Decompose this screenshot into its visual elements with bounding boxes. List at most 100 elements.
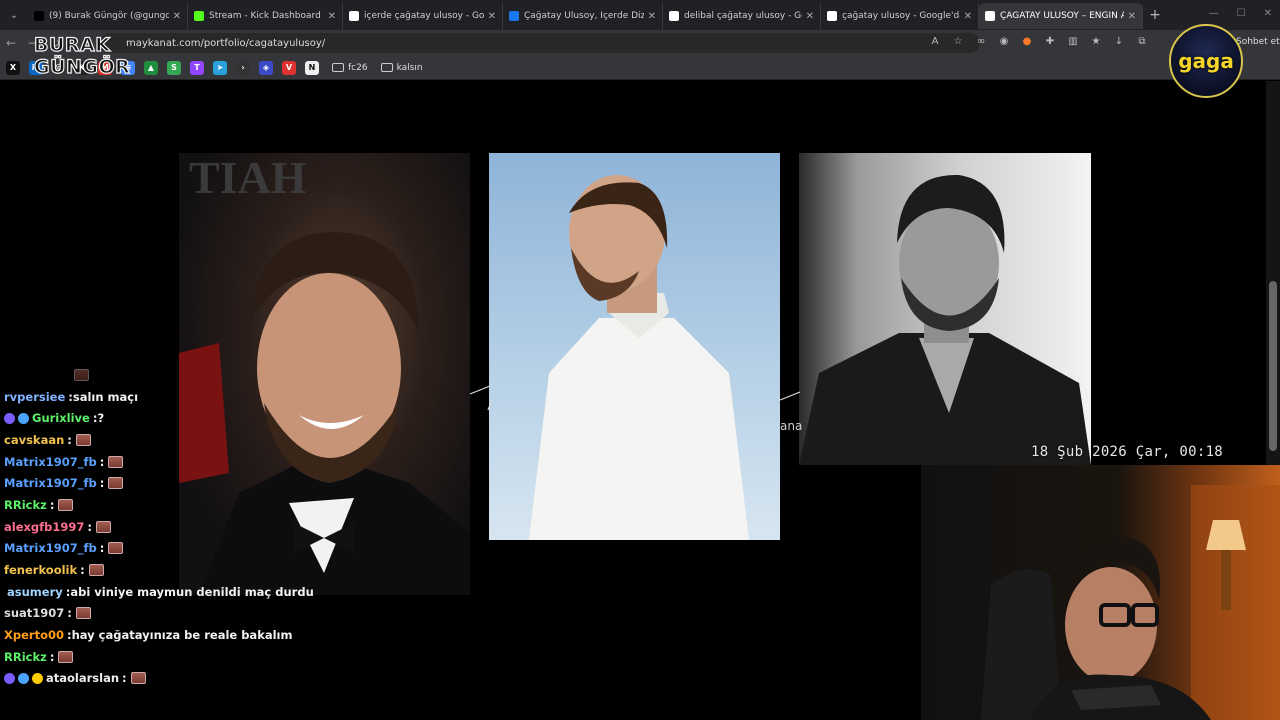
gaga-logo-badge: gaga bbox=[1169, 24, 1243, 98]
window-controls: — ☐ ✕ bbox=[1209, 8, 1272, 19]
chat-username[interactable]: cavskaan bbox=[4, 433, 64, 447]
chat-message: Matrix1907_fb: bbox=[4, 451, 304, 473]
bookmark-arrow-icon[interactable]: › bbox=[236, 60, 250, 75]
chat-message: cavskaan: bbox=[4, 429, 304, 451]
scrollbar-thumb[interactable] bbox=[1269, 281, 1277, 451]
black-shirt-portrait-illustration bbox=[799, 174, 1091, 465]
chat-message: alexgfb1997: bbox=[4, 516, 304, 538]
bookmark-vivaldi-icon[interactable]: V bbox=[282, 60, 296, 75]
chat-username[interactable]: rvpersiee bbox=[4, 390, 65, 404]
chat-message: fenerkoolik: bbox=[4, 559, 304, 581]
page-icon bbox=[985, 11, 995, 21]
address-bar-row: ← → ↻ maykanat.com/portfolio/cagatayulus… bbox=[0, 30, 1280, 56]
bookmark-folder-fc26[interactable]: fc26 bbox=[332, 63, 368, 73]
minimize-icon[interactable]: — bbox=[1209, 8, 1219, 19]
chat-username[interactable]: RRickz bbox=[4, 498, 47, 512]
close-tab-icon[interactable]: ✕ bbox=[173, 11, 181, 22]
downloads-icon[interactable]: ↓ bbox=[1112, 35, 1126, 49]
tab-1[interactable]: (9) Burak Güngör (@gungorburak ✕ bbox=[28, 3, 188, 29]
tab-7[interactable]: ÇAĞATAY ULUSOY – ENGİN AYKAN ✕ bbox=[979, 3, 1143, 29]
bookmark-drive-icon[interactable]: ▲ bbox=[144, 60, 158, 75]
chat-username[interactable]: RRickz bbox=[4, 650, 47, 664]
puzzle-extensions-icon[interactable]: ✚ bbox=[1043, 35, 1057, 49]
maximize-icon[interactable]: ☐ bbox=[1237, 8, 1246, 19]
tab-4[interactable]: Çağatay Ulusoy, İçerde Dizisinin A ✕ bbox=[503, 3, 663, 29]
tab-title: içerde çağatay ulusoy - Google'da bbox=[364, 11, 484, 21]
orange-extension-icon[interactable]: ● bbox=[1020, 35, 1034, 49]
new-tab-plus-icon[interactable]: + bbox=[1143, 7, 1167, 23]
chat-badge-icon bbox=[18, 672, 29, 684]
chat-username[interactable]: Gurixlive bbox=[32, 411, 90, 425]
tab-title: ÇAĞATAY ULUSOY – ENGİN AYKAN bbox=[1000, 11, 1124, 21]
streamer-name-line1: BURAK bbox=[33, 33, 111, 56]
read-aloud-icon[interactable]: A bbox=[928, 35, 942, 49]
portfolio-photo-black-shirt[interactable] bbox=[799, 153, 1091, 465]
chat-username[interactable]: ataolarslan bbox=[46, 671, 119, 685]
copilot-chat-button[interactable]: Sohbet et bbox=[1236, 37, 1280, 47]
bookmark-shield-icon[interactable]: ◈ bbox=[259, 60, 273, 75]
chat-username[interactable]: suat1907 bbox=[4, 606, 64, 620]
extension-glasses-icon[interactable]: ∞ bbox=[974, 35, 988, 49]
split-screen-icon[interactable]: ▥ bbox=[1066, 35, 1080, 49]
emote-icon bbox=[74, 368, 89, 381]
chat-username[interactable]: Matrix1907_fb bbox=[4, 541, 97, 555]
chat-message: suat1907: bbox=[4, 603, 304, 625]
bookmark-notion-icon[interactable]: N bbox=[305, 60, 319, 75]
chat-separator: : bbox=[122, 671, 127, 686]
tab-title: (9) Burak Güngör (@gungorburak bbox=[49, 11, 169, 21]
tab-2[interactable]: Stream - Kick Dashboard ✕ bbox=[188, 3, 343, 29]
page-fragment-text: ana bbox=[780, 419, 803, 433]
chat-separator: : bbox=[49, 497, 55, 512]
bookmark-folder-kalsin[interactable]: kalsın bbox=[380, 63, 423, 73]
portfolio-photo-white-shirt[interactable] bbox=[489, 153, 780, 540]
folder-icon bbox=[380, 63, 393, 72]
tab-5[interactable]: delibal çağatay ulusoy - Google'd ✕ bbox=[663, 3, 821, 29]
close-tab-icon[interactable]: ✕ bbox=[488, 11, 496, 22]
tab-title: delibal çağatay ulusoy - Google'd bbox=[684, 11, 802, 21]
folder-label: fc26 bbox=[348, 62, 368, 73]
bookmark-sheets-icon[interactable]: S bbox=[167, 60, 181, 75]
stream-clock: 18 Şub 2026 Çar, 00:18 bbox=[1031, 444, 1224, 460]
chat-badge-icon bbox=[32, 672, 43, 684]
camera-extension-icon[interactable]: ◉ bbox=[997, 35, 1011, 49]
chat-username[interactable]: Matrix1907_fb bbox=[4, 455, 97, 469]
chat-message: RRickz: bbox=[4, 494, 304, 516]
tab-3[interactable]: içerde çağatay ulusoy - Google'da ✕ bbox=[343, 3, 503, 29]
favorites-icon[interactable]: ★ bbox=[1089, 35, 1103, 49]
chat-username[interactable]: asumery bbox=[7, 585, 63, 599]
tab-strip: ⌄ (9) Burak Güngör (@gungorburak✕Stream … bbox=[0, 0, 1280, 30]
tabs-container: (9) Burak Güngör (@gungorburak✕Stream - … bbox=[28, 1, 1143, 29]
chat-message-text: ? bbox=[97, 411, 105, 426]
chat-message: Matrix1907_fb: bbox=[4, 538, 304, 560]
white-shirt-portrait-illustration bbox=[529, 175, 749, 540]
chat-message: ataolarslan: bbox=[4, 668, 304, 690]
chat-badge-icon bbox=[18, 412, 29, 424]
close-tab-icon[interactable]: ✕ bbox=[648, 11, 656, 22]
tab-actions-chevron-icon[interactable]: ⌄ bbox=[0, 10, 28, 21]
favorite-star-icon[interactable]: ☆ bbox=[951, 35, 965, 49]
close-tab-icon[interactable]: ✕ bbox=[1128, 11, 1136, 22]
chat-username[interactable]: alexgfb1997 bbox=[4, 520, 84, 534]
x-icon bbox=[34, 11, 44, 21]
close-tab-icon[interactable]: ✕ bbox=[328, 11, 336, 22]
emote-icon bbox=[108, 542, 124, 555]
bookmark-telegram-icon[interactable]: ➤ bbox=[213, 60, 227, 75]
chat-separator: : bbox=[99, 541, 105, 556]
close-window-icon[interactable]: ✕ bbox=[1264, 8, 1272, 19]
gaga-logo-text: gaga bbox=[1178, 49, 1234, 73]
chat-message: Matrix1907_fb: bbox=[4, 472, 304, 494]
close-tab-icon[interactable]: ✕ bbox=[964, 11, 972, 22]
close-tab-icon[interactable]: ✕ bbox=[806, 11, 814, 22]
bookmark-twitch-icon[interactable]: T bbox=[190, 60, 204, 75]
facebook-icon bbox=[509, 11, 519, 21]
tab-6[interactable]: çağatay ulusoy - Google'da Ara ✕ bbox=[821, 3, 979, 29]
bookmark-x-icon[interactable]: X bbox=[6, 60, 20, 75]
chat-username[interactable]: Matrix1907_fb bbox=[4, 476, 97, 490]
chat-message: Gurixlive: ? bbox=[4, 407, 304, 429]
chat-username[interactable]: fenerkoolik bbox=[4, 563, 77, 577]
back-arrow-icon[interactable]: ← bbox=[0, 36, 22, 50]
url-field[interactable]: maykanat.com/portfolio/cagatayulusoy/ bbox=[100, 33, 980, 53]
screenshot-icon[interactable]: ⧉ bbox=[1135, 35, 1149, 49]
chat-username[interactable]: Xperto00 bbox=[4, 628, 64, 642]
chat-message-text: abi viniye maymun denildi maç durdu bbox=[70, 584, 314, 599]
